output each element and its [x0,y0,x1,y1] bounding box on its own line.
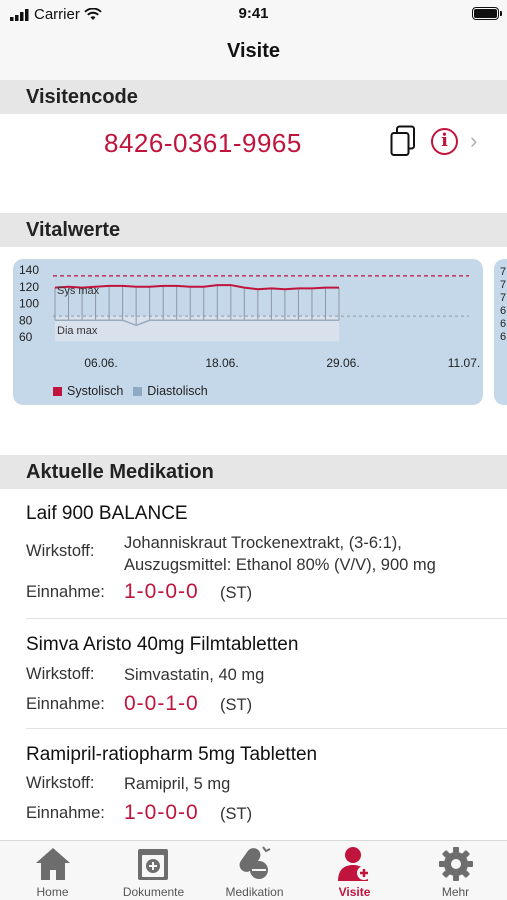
x-tick-label: 06.06. [84,356,117,370]
legend-swatch-diastolic [133,386,143,396]
dia-max-label: Dia max [57,325,98,337]
status-bar: Carrier 9:41 [0,0,507,30]
battery-icon [472,7,502,20]
status-time: 9:41 [238,5,269,22]
legend-item-systolic: Systolisch [53,384,123,398]
wirkstoff-label: Wirkstoff: [26,665,95,683]
dose-value: 0-0-1-0 [124,692,199,715]
wirkstoff-label: Wirkstoff: [26,774,95,792]
med-name: Laif 900 BALANCE [26,503,188,524]
x-tick-label: 29.06. [326,356,359,370]
tab-label: Home [36,885,69,899]
visit-code: 8426-0361-9965 [104,128,302,158]
vital-chart-next: 777666 [500,266,506,343]
copy-icon[interactable] [390,125,416,157]
med-name: Ramipril-ratiopharm 5mg Tabletten [26,744,318,765]
next-card-tick: 7 [500,292,506,304]
dose-value: 1-0-0-0 [124,801,199,824]
wirkstoff-label: Wirkstoff: [26,542,95,560]
legend-label-systolic: Systolisch [67,384,124,398]
app: Carrier 9:41 Visite Visitencode 8426-036… [0,0,507,900]
chart-legend: Systolisch Diastolisch [53,384,218,398]
top-bar: Carrier 9:41 Visite [0,0,507,80]
tab-medikation[interactable]: Medikation [204,841,305,900]
einnahme-label: Einnahme: [26,804,105,822]
legend-label-diastolic: Diastolisch [147,384,208,398]
einnahme-label: Einnahme: [26,695,105,713]
y-tick-label: 140 [19,263,39,277]
tab-dokumente[interactable]: Dokumente [103,841,204,900]
vital-chart-card-next[interactable]: 777666 [494,259,507,405]
next-card-tick: 7 [500,266,506,278]
doctor-icon [337,847,371,881]
vital-chart: 140 120 100 80 60 Sys max Dia max 06.06. 18.06. 2… [19,263,480,370]
wirkstoff-value: Ramipril, 5 mg [124,775,231,793]
medikation-header: Aktuelle Medikation [0,455,507,489]
next-card-tick: 7 [500,279,506,291]
next-card-tick: 6 [500,331,506,343]
info-icon[interactable]: i [431,128,458,155]
wirkstoff-value: Johanniskraut Trockenextrakt, (3-6:1), A… [124,534,436,574]
next-card-tick: 6 [500,305,506,317]
legend-item-diastolic: Diastolisch [133,384,208,398]
y-tick-label: 100 [19,297,39,311]
y-tick-label: 60 [19,330,33,344]
pills-icon [239,846,270,879]
x-tick-label: 11.07. [448,356,480,370]
vitalwerte-header: Vitalwerte [0,213,507,247]
vital-chart-card[interactable]: 140 120 100 80 60 Sys max Dia max 06.06. 18.06. 2… [13,259,483,405]
dose-unit: (ST) [220,584,253,602]
tab-label: Medikation [225,885,284,899]
document-icon [137,849,168,880]
gear-icon [438,847,473,881]
tab-home[interactable]: Home [2,841,103,900]
dose-unit: (ST) [220,805,253,823]
next-card-tick: 6 [500,318,506,330]
house-icon [35,848,70,880]
einnahme-label: Einnahme: [26,583,105,601]
tab-label: Mehr [441,885,470,899]
dose-value: 1-0-0-0 [124,580,199,603]
page-title: Visite [227,40,280,62]
tab-label: Visite [338,885,371,899]
med-item-3[interactable]: Ramipril-ratiopharm 5mg Tabletten Wirkst… [0,729,507,839]
visitencode-header: Visitencode [0,80,507,114]
med-item-1[interactable]: Laif 900 BALANCE Wirkstoff: Johanniskrau… [0,489,507,619]
tab-bar: Home Dokumente Medikation Visite Mehr [0,840,507,900]
sys-max-label: Sys max [57,285,100,297]
wirkstoff-value: Simvastatin, 40 mg [124,666,265,684]
legend-swatch-systolic [53,386,62,396]
tab-mehr[interactable]: Mehr [405,841,506,900]
x-tick-label: 18.06. [205,356,238,370]
chevron-right-icon[interactable]: › [470,128,477,154]
y-tick-label: 80 [19,313,33,327]
tab-label: Dokumente [122,885,185,899]
med-item-2[interactable]: Simva Aristo 40mg Filmtabletten Wirkstof… [0,619,507,729]
dose-unit: (ST) [220,696,253,714]
y-tick-label: 120 [19,280,39,294]
tab-visite[interactable]: Visite [304,841,405,900]
med-name: Simva Aristo 40mg Filmtabletten [26,634,299,655]
